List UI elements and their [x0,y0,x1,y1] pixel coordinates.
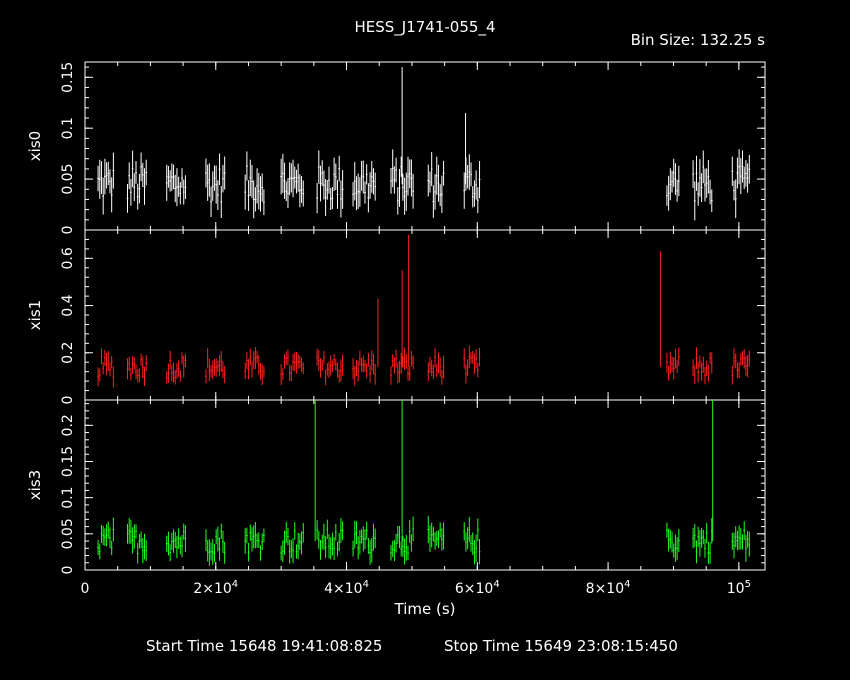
x-tick-label: 6×104 [455,579,500,597]
x-tick-label: 105 [727,579,751,597]
x-tick-label: 8×104 [586,579,631,597]
panel-xis1: 0 0.2 0.4 0.6 xis1 [26,229,766,405]
y-tick-label: 0.4 [60,294,76,316]
panel-xis3: 0 0.05 0.1 0.15 0.2 xis3 [26,399,766,575]
bin-size-label: Bin Size: 132.25 s [631,31,766,49]
y-tick-label: 0.15 [60,62,76,93]
y-tick-label: 0 [60,396,76,405]
y-tick-label: 0 [60,226,76,235]
y-axis-label: xis0 [26,131,44,161]
panels: 0 0.05 0.1 0.15 xis0 0 0.2 0.4 0.6 xis1 0 0.05 0.1 0.… [26,61,766,575]
x-tick-label: 0 [81,581,90,597]
panel-frame [84,229,766,401]
series-xis3 [97,400,751,566]
y-tick-label: 0.2 [60,342,76,364]
panel-xis0: 0 0.05 0.1 0.15 xis0 [26,61,766,235]
y-tick-label: 0.05 [60,164,76,195]
chart-title: HESS_J1741-055_4 [355,18,496,37]
panel-frame [84,399,766,571]
start-time-label: Start Time 15648 19:41:08:825 [146,637,382,655]
y-axis-label: xis3 [26,470,44,500]
series-xis1 [97,234,751,388]
light-curve-chart: HESS_J1741-055_4 Bin Size: 132.25 s 0 0.0… [26,18,766,655]
y-tick-label: 0.6 [60,247,76,269]
y-tick-label: 0.1 [60,487,76,509]
x-tick-labels: 0 2×104 4×104 6×104 8×104 105 [81,579,751,597]
x-tick-label: 2×104 [193,579,238,597]
y-tick-label: 0.15 [60,446,76,477]
y-tick-label: 0.2 [60,414,76,436]
series-xis0 [97,67,751,221]
y-tick-label: 0 [60,566,76,575]
y-tick-label: 0.05 [60,518,76,549]
y-tick-label: 0.1 [60,117,76,139]
x-axis-label: Time (s) [394,600,456,618]
x-tick-label: 4×104 [324,579,369,597]
stop-time-label: Stop Time 15649 23:08:15:450 [444,637,678,655]
panel-frame [84,61,766,231]
y-axis-label: xis1 [26,300,44,330]
